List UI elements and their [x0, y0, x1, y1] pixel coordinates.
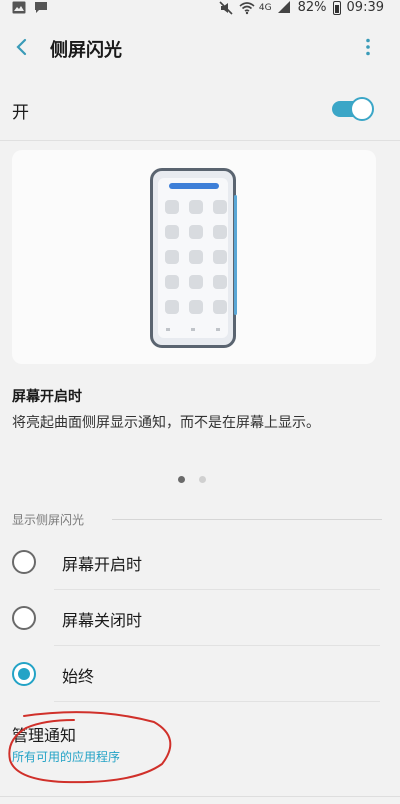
more-options-button[interactable]: [360, 34, 376, 64]
manage-notifications-title: 管理通知: [12, 726, 77, 745]
back-button[interactable]: [6, 34, 36, 64]
phone-illustration: [150, 168, 237, 348]
mute-icon: [219, 0, 233, 15]
app-placeholder-icon: [189, 250, 203, 264]
nav-home-icon: [191, 328, 195, 331]
back-arrow-icon: [15, 38, 27, 60]
app-placeholder-icon: [213, 225, 227, 239]
app-placeholder-icon: [213, 300, 227, 314]
radio-button[interactable]: [12, 550, 36, 574]
app-placeholder-icon: [165, 225, 179, 239]
bottom-divider: [0, 796, 400, 797]
phone-screen: [158, 178, 228, 338]
manage-notifications-subtitle: 所有可用的应用程序: [12, 750, 121, 764]
option-screen-off[interactable]: 屏幕关闭时: [0, 590, 400, 646]
preview-card[interactable]: [12, 150, 376, 364]
signal-icon: [277, 0, 292, 15]
toggle-thumb: [350, 97, 374, 121]
app-placeholder-icon: [165, 200, 179, 214]
option-label: 屏幕关闭时: [62, 611, 143, 630]
page-dot-active[interactable]: [178, 476, 185, 483]
radio-button-selected[interactable]: [12, 662, 36, 686]
status-bar: 4G 82% 09:39: [0, 0, 400, 18]
app-placeholder-icon: [189, 300, 203, 314]
app-icon-grid: [165, 200, 227, 314]
option-always[interactable]: 始终: [0, 646, 400, 702]
option-label: 始终: [62, 667, 95, 686]
page-dot[interactable]: [199, 476, 206, 483]
app-placeholder-icon: [165, 300, 179, 314]
more-vert-icon: [366, 38, 370, 60]
nav-recent-icon: [166, 328, 170, 331]
phone-nav-bar: [166, 328, 220, 334]
preview-description: 将亮起曲面侧屏显示通知，而不是在屏幕上显示。: [12, 415, 320, 431]
status-right-icons: 4G 82% 09:39: [219, 0, 384, 15]
battery-percent: 82%: [297, 0, 327, 15]
message-notification-icon: [34, 1, 48, 15]
clock: 09:39: [346, 0, 384, 15]
edge-notification-bar: [169, 183, 219, 189]
gallery-notification-icon: [12, 1, 26, 15]
wifi-icon: [239, 1, 255, 15]
battery-icon: [332, 0, 341, 15]
row-divider: [54, 701, 380, 702]
divider: [0, 140, 400, 141]
app-placeholder-icon: [189, 275, 203, 289]
app-placeholder-icon: [213, 250, 227, 264]
section-header: 显示侧屏闪光: [12, 513, 85, 527]
master-switch-label: 开: [12, 103, 29, 123]
app-placeholder-icon: [165, 275, 179, 289]
toolbar: 侧屏闪光: [0, 18, 400, 80]
edge-glow: [234, 195, 237, 315]
master-switch-row[interactable]: 开: [0, 84, 400, 136]
app-placeholder-icon: [213, 200, 227, 214]
section-divider: [112, 519, 382, 520]
status-left-icons: [12, 1, 48, 15]
app-placeholder-icon: [165, 250, 179, 264]
page-title: 侧屏闪光: [50, 40, 122, 61]
nav-back-icon: [216, 328, 220, 331]
manage-notifications-row[interactable]: 管理通知 所有可用的应用程序: [0, 706, 400, 780]
radio-button[interactable]: [12, 606, 36, 630]
network-type-label: 4G: [258, 2, 272, 13]
master-toggle[interactable]: [330, 97, 374, 121]
preview-title: 屏幕开启时: [12, 389, 82, 405]
option-screen-on[interactable]: 屏幕开启时: [0, 534, 400, 590]
app-placeholder-icon: [213, 275, 227, 289]
app-placeholder-icon: [189, 200, 203, 214]
option-label: 屏幕开启时: [62, 555, 143, 574]
app-placeholder-icon: [189, 225, 203, 239]
page-indicator: [178, 476, 206, 483]
